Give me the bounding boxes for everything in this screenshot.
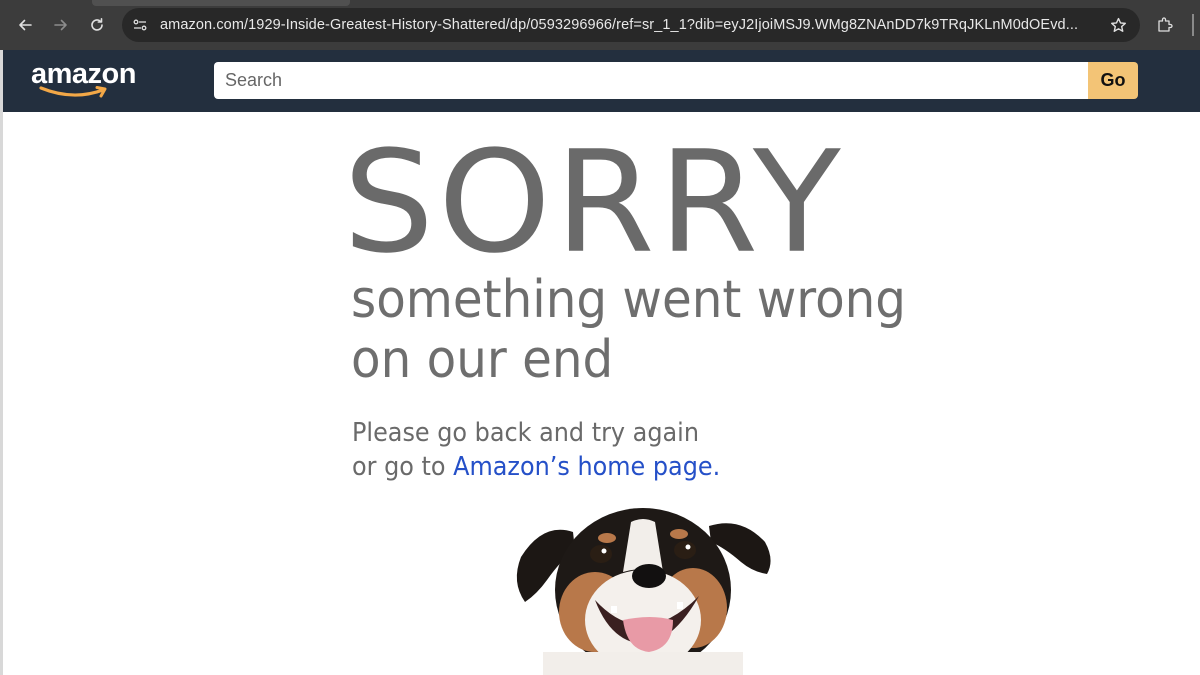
error-line-1: something went wrong (351, 270, 907, 330)
forward-button[interactable] (48, 12, 74, 38)
forward-arrow-icon (54, 19, 67, 31)
sorry-heading: SORRY (343, 120, 845, 284)
active-tab-edge[interactable] (92, 0, 350, 6)
home-message-prefix: or go to (352, 452, 454, 482)
toolbar-divider (1192, 14, 1194, 36)
site-info-button[interactable] (130, 15, 150, 35)
error-line-2: on our end (351, 330, 614, 390)
dog-image (516, 508, 771, 675)
bookmark-button[interactable] (1108, 15, 1128, 35)
site-info-icon (133, 19, 147, 31)
search-input[interactable] (214, 62, 1088, 99)
extensions-button[interactable] (1154, 14, 1176, 36)
amazon-logo[interactable]: amazon (31, 56, 151, 102)
amazon-header: amazon Go (3, 50, 1200, 112)
reload-button[interactable] (84, 12, 110, 38)
retry-message: Please go back and try again (352, 418, 699, 448)
browser-toolbar: amazon.com/1929-Inside-Greatest-History-… (0, 0, 1200, 50)
address-bar[interactable]: amazon.com/1929-Inside-Greatest-History-… (122, 8, 1140, 42)
go-button[interactable]: Go (1088, 62, 1138, 99)
bookmark-star-icon (1110, 17, 1126, 32)
url-text[interactable]: amazon.com/1929-Inside-Greatest-History-… (160, 17, 1100, 33)
reload-icon (91, 18, 103, 31)
extensions-icon (1158, 17, 1173, 32)
home-page-link[interactable]: Amazon’s home page. (453, 452, 720, 482)
home-message: or go to Amazon’s home page. (352, 454, 720, 480)
smile-arrow-icon (39, 86, 107, 98)
back-button[interactable] (12, 12, 38, 38)
back-arrow-icon (19, 19, 32, 31)
error-content: SORRY something went wrong on our end Pl… (3, 112, 1200, 675)
